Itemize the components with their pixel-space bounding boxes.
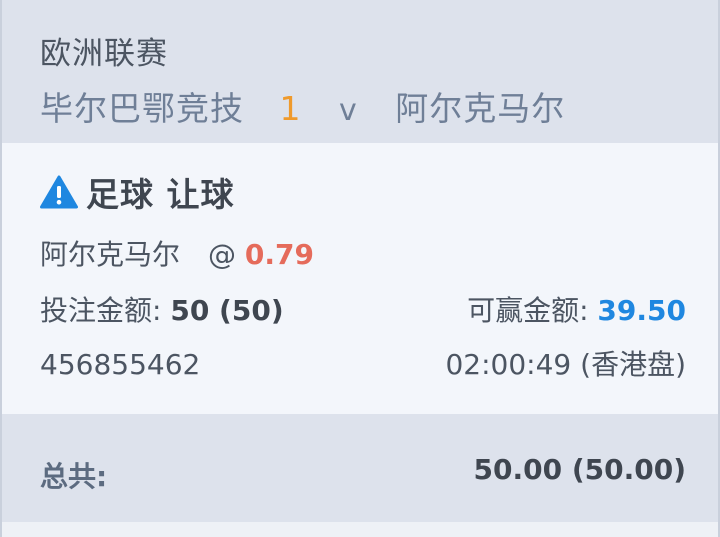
home-team: 毕尔巴鄂竞技 [40, 89, 244, 128]
bottom-strip [2, 522, 718, 537]
stake-info: 投注金额: 50 (50) [40, 289, 284, 329]
bet-card: 足球 让球 阿尔克马尔 @ 0.79 投注金额: 50 (50) 可赢金额: 39… [2, 143, 718, 414]
versus-label: v [339, 93, 358, 128]
match-header: 欧洲联赛 毕尔巴鄂竞技 1 v 阿尔克马尔 [2, 0, 718, 144]
away-team: 阿尔克马尔 [395, 89, 566, 128]
selection-info: 阿尔克马尔 @ 0.79 [40, 233, 314, 273]
bet-slip-frame: 欧洲联赛 毕尔巴鄂竞技 1 v 阿尔克马尔 足球 让球 阿尔克马尔 @ 0.79 [0, 0, 720, 537]
win-label: 可赢金额: [467, 294, 589, 327]
odds-at-symbol: @ [208, 238, 237, 271]
selection-team: 阿尔克马尔 [40, 238, 181, 271]
total-label: 总共: [40, 460, 108, 493]
win-info: 可赢金额: 39.50 [467, 289, 686, 329]
bet-type-title: 足球 让球 [86, 175, 235, 214]
total-value: 50.00 (50.00) [473, 453, 686, 486]
match-teams: 毕尔巴鄂竞技 1 v 阿尔克马尔 [40, 82, 565, 130]
win-value: 39.50 [597, 294, 686, 327]
selection-row: 阿尔克马尔 @ 0.79 [40, 233, 686, 273]
handicap-value: 1 [279, 89, 302, 128]
ticket-id: 456855462 [40, 348, 201, 381]
stake-value: 50 (50) [170, 294, 284, 327]
stake-row: 投注金额: 50 (50) 可赢金额: 39.50 [40, 289, 686, 329]
stake-label: 投注金额: [40, 294, 162, 327]
bet-title: 足球 让球 [40, 168, 235, 216]
league-name: 欧洲联赛 [40, 36, 168, 72]
bet-time-odds-type: 02:00:49 (香港盘) [445, 348, 686, 381]
warning-icon [40, 175, 78, 209]
ticket-row: 456855462 02:00:49 (香港盘) [40, 343, 686, 383]
total-bar: 总共: 50.00 (50.00) [2, 414, 718, 522]
odds-value: 0.79 [244, 238, 315, 271]
